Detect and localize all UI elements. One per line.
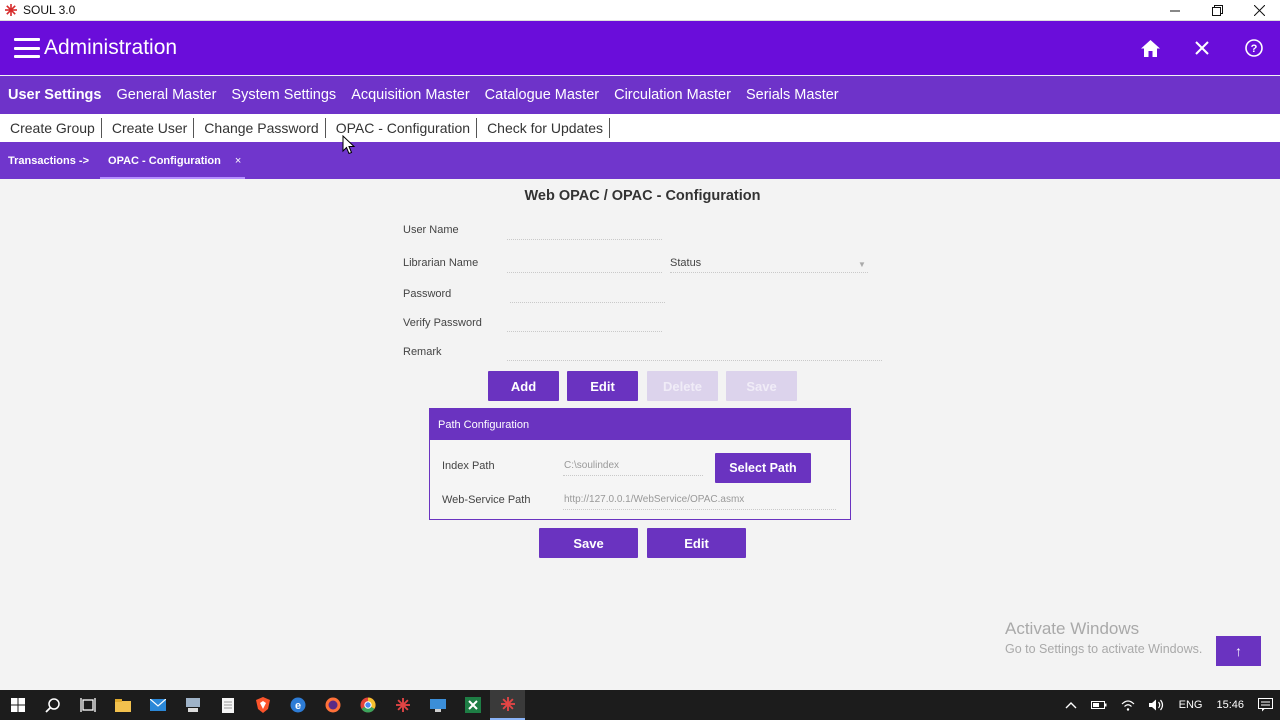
task-view-icon[interactable] xyxy=(70,690,105,720)
status-select[interactable] xyxy=(670,272,868,273)
window-title: SOUL 3.0 xyxy=(23,3,76,17)
save-button-disabled[interactable]: Save xyxy=(726,371,797,401)
main-content: Web OPAC / OPAC - Configuration User Nam… xyxy=(0,179,1280,690)
chrome-icon[interactable] xyxy=(350,690,385,720)
menu-catalogue-master[interactable]: Catalogue Master xyxy=(485,87,599,103)
tray-clock[interactable]: 15:46 xyxy=(1209,690,1251,720)
close-icon[interactable] xyxy=(1176,21,1228,75)
menu-serials-master[interactable]: Serials Master xyxy=(746,87,839,103)
menu-general-master[interactable]: General Master xyxy=(116,87,216,103)
librarian-name-label: Librarian Name xyxy=(403,257,479,269)
breadcrumb[interactable]: Transactions -> xyxy=(8,155,89,167)
tray-battery-icon[interactable] xyxy=(1084,690,1114,720)
network-drive-icon[interactable] xyxy=(175,690,210,720)
add-button[interactable]: Add xyxy=(488,371,559,401)
webservice-path-input[interactable]: http://127.0.0.1/WebService/OPAC.asmx xyxy=(564,494,744,505)
restore-icon[interactable] xyxy=(1196,0,1238,21)
main-menu: User Settings General Master System Sett… xyxy=(0,76,1280,114)
minimize-icon[interactable] xyxy=(1154,0,1196,21)
verify-password-field[interactable] xyxy=(507,331,662,332)
scroll-to-top-button[interactable]: ↑ xyxy=(1216,636,1261,666)
status-label: Status xyxy=(670,257,702,269)
soul-app-active-icon[interactable] xyxy=(490,690,525,720)
svg-text:e: e xyxy=(294,700,300,712)
menu-acquisition-master[interactable]: Acquisition Master xyxy=(351,87,469,103)
page-title: Administration xyxy=(44,36,178,59)
windows-start-icon[interactable] xyxy=(0,690,35,720)
index-path-underline xyxy=(563,475,703,476)
soul-app-taskbar-icon[interactable] xyxy=(385,690,420,720)
path-configuration-heading: Path Configuration xyxy=(430,409,850,440)
save-button[interactable]: Save xyxy=(539,528,638,558)
submenu-change-password[interactable]: Change Password xyxy=(198,118,326,138)
chevron-down-icon[interactable]: ▼ xyxy=(858,260,866,269)
tray-wifi-icon[interactable] xyxy=(1114,690,1142,720)
tab-opac-configuration[interactable]: OPAC - Configuration xyxy=(100,142,245,179)
app-header: Administration ? xyxy=(0,21,1280,75)
submenu-check-for-updates[interactable]: Check for Updates xyxy=(481,118,611,138)
help-icon[interactable]: ? xyxy=(1228,21,1280,75)
form-title: Web OPAC / OPAC - Configuration xyxy=(524,188,761,204)
notepad-icon[interactable] xyxy=(210,690,245,720)
edit-button[interactable]: Edit xyxy=(567,371,638,401)
webservice-path-label: Web-Service Path xyxy=(442,494,531,506)
menu-user-settings[interactable]: User Settings xyxy=(8,87,101,103)
user-name-field[interactable] xyxy=(507,239,662,240)
window-close-icon[interactable] xyxy=(1238,0,1280,21)
select-path-button[interactable]: Select Path xyxy=(715,453,811,483)
submenu-create-group[interactable]: Create Group xyxy=(4,118,102,138)
edge-browser-icon[interactable]: e xyxy=(280,690,315,720)
remark-label: Remark xyxy=(403,346,442,358)
librarian-name-field[interactable] xyxy=(507,272,662,273)
index-path-input[interactable]: C:\soulindex xyxy=(564,460,619,471)
menu-system-settings[interactable]: System Settings xyxy=(231,87,336,103)
windows-taskbar: e ENG 15:46 xyxy=(0,690,1280,720)
notification-center-icon[interactable] xyxy=(1251,690,1280,720)
webservice-path-underline xyxy=(563,509,836,510)
svg-text:?: ? xyxy=(1251,43,1258,55)
search-icon[interactable] xyxy=(35,690,70,720)
sub-menu: Create Group Create User Change Password… xyxy=(0,114,1280,142)
file-explorer-icon[interactable] xyxy=(105,690,140,720)
index-path-label: Index Path xyxy=(442,460,495,472)
hamburger-menu-icon[interactable] xyxy=(14,38,40,58)
tab-bar: Transactions -> OPAC - Configuration × xyxy=(0,142,1280,179)
tray-chevron-up-icon[interactable] xyxy=(1058,690,1084,720)
remote-desktop-icon[interactable] xyxy=(420,690,455,720)
firefox-icon[interactable] xyxy=(315,690,350,720)
mail-icon[interactable] xyxy=(140,690,175,720)
remark-field[interactable] xyxy=(507,360,882,361)
spreadsheet-icon[interactable] xyxy=(455,690,490,720)
submenu-create-user[interactable]: Create User xyxy=(106,118,195,138)
activate-windows-subtitle: Go to Settings to activate Windows. xyxy=(1005,642,1203,656)
window-titlebar: SOUL 3.0 xyxy=(0,0,1280,21)
path-configuration-panel: Path Configuration Index Path C:\soulind… xyxy=(429,408,851,520)
user-name-label: User Name xyxy=(403,224,459,236)
verify-password-label: Verify Password xyxy=(403,317,482,329)
submenu-opac-configuration[interactable]: OPAC - Configuration xyxy=(330,118,478,138)
password-label: Password xyxy=(403,288,452,300)
password-field[interactable] xyxy=(510,302,665,303)
activate-windows-title: Activate Windows xyxy=(1005,619,1140,638)
tray-language[interactable]: ENG xyxy=(1172,690,1210,720)
menu-circulation-master[interactable]: Circulation Master xyxy=(614,87,731,103)
edit-path-button[interactable]: Edit xyxy=(647,528,746,558)
soul-app-icon xyxy=(4,3,18,17)
delete-button[interactable]: Delete xyxy=(647,371,718,401)
brave-browser-icon[interactable] xyxy=(245,690,280,720)
home-icon[interactable] xyxy=(1124,21,1176,75)
tray-volume-icon[interactable] xyxy=(1142,690,1172,720)
tab-close-icon[interactable]: × xyxy=(235,155,241,167)
